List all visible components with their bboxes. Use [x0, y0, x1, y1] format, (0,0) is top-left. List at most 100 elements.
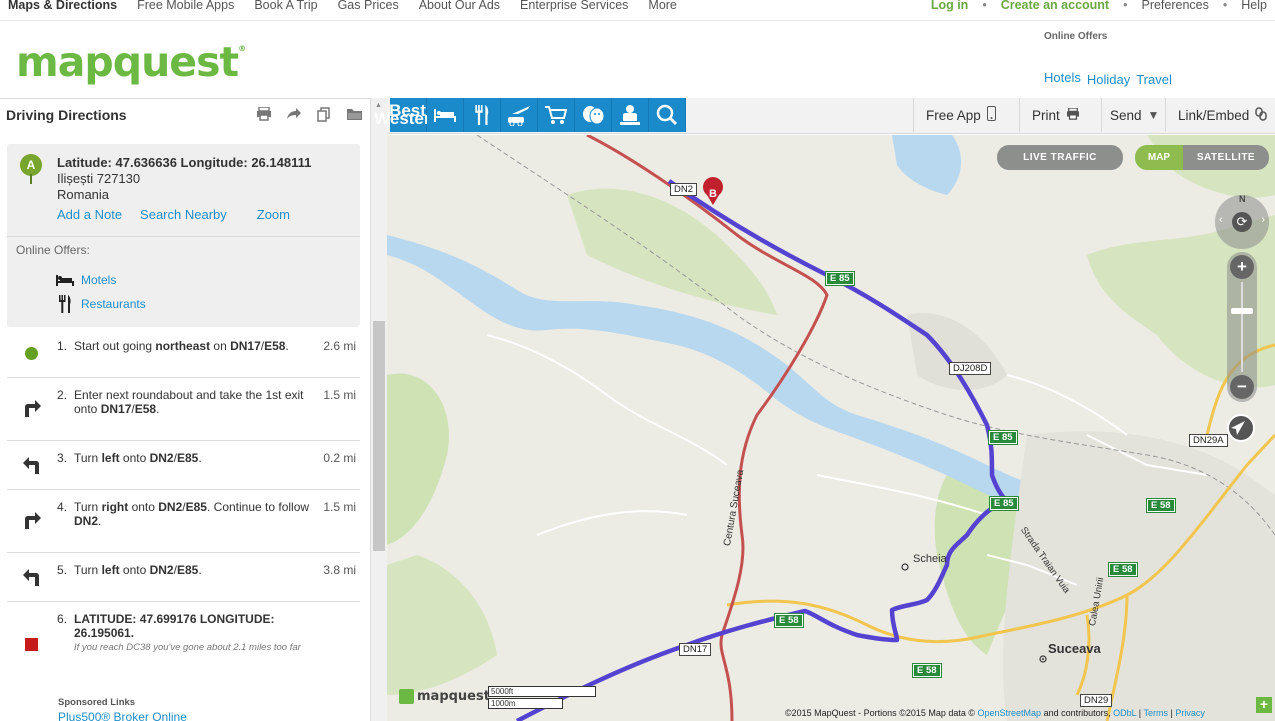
town-scheia: Scheia — [913, 553, 947, 565]
zoom-slider-handle[interactable] — [1231, 308, 1253, 314]
road-label-dj208d: DJ208D — [949, 362, 992, 375]
step-text: Enter next roundabout and take the 1st e… — [74, 388, 304, 416]
create-account-link[interactable]: Create an account — [1001, 0, 1109, 12]
phone-icon — [986, 106, 996, 124]
divider — [7, 236, 360, 237]
search-nearby-link[interactable]: Search Nearby — [140, 207, 227, 222]
help-link[interactable]: Help — [1241, 0, 1267, 12]
restaurant-icon[interactable] — [464, 98, 501, 132]
zoom-out-button[interactable]: − — [1230, 375, 1254, 399]
direction-step-3[interactable]: 3. Turn left onto DN2/E85. 0.2 mi — [7, 441, 360, 490]
link-icon — [1255, 106, 1268, 124]
free-app-label: Free App — [926, 107, 981, 123]
print-button[interactable]: Print — [1019, 98, 1101, 132]
step-number: 3. — [57, 451, 68, 465]
shield-e58: E 58 — [1108, 562, 1138, 577]
compass-control[interactable]: N ‹ ⟳ › — [1215, 194, 1269, 249]
restaurants-link[interactable]: Restaurants — [81, 297, 146, 311]
services-icon[interactable] — [612, 98, 649, 132]
privacy-link[interactable]: Privacy — [1175, 708, 1205, 718]
folder-icon[interactable] — [344, 105, 364, 123]
add-note-link[interactable]: Add a Note — [57, 207, 122, 222]
top-nav-links: Maps & Directions Free Mobile Apps Book … — [8, 0, 697, 12]
start-dot-icon — [25, 347, 38, 360]
login-link[interactable]: Log in — [931, 0, 969, 12]
copyright-and: and contributors, — [1041, 708, 1114, 718]
travel-icon[interactable] — [501, 98, 538, 132]
entertainment-icon[interactable] — [575, 98, 612, 132]
map-view-button[interactable]: MAP — [1135, 145, 1183, 170]
osm-link[interactable]: OpenStreetMap — [978, 708, 1042, 718]
motels-link[interactable]: Motels — [81, 273, 116, 287]
zoom-track[interactable] — [1241, 282, 1243, 372]
preferences-link[interactable]: Preferences — [1141, 0, 1208, 12]
online-offers-links: Hotels Holiday Travel — [1044, 70, 1178, 87]
nav-maps-directions[interactable]: Maps & Directions — [8, 0, 117, 12]
hotel-icon[interactable] — [427, 98, 464, 132]
nav-free-mobile-apps[interactable]: Free Mobile Apps — [137, 0, 234, 12]
step-number: 6. — [57, 612, 68, 626]
mapquest-logo[interactable]: mapquest® — [16, 38, 246, 86]
print-label: Print — [1032, 107, 1060, 123]
step-text: Turn right onto DN2/E85. Continue to fol… — [74, 500, 310, 528]
send-button[interactable]: Send ▼ — [1101, 98, 1165, 132]
zoom-link[interactable]: Zoom — [257, 207, 290, 222]
printer-icon — [1066, 106, 1080, 123]
free-app-button[interactable]: Free App — [913, 98, 1019, 132]
shield-e58: E 58 — [774, 613, 804, 628]
header: mapquest® Online Offers Hotels Holiday T… — [0, 20, 1275, 98]
mapquest-watermark-text: mapquest — [417, 689, 490, 704]
nav-separator: • — [982, 0, 987, 12]
road-label-dn29a: DN29A — [1189, 434, 1228, 447]
nav-book-a-trip[interactable]: Book A Trip — [254, 0, 317, 12]
pan-right-icon[interactable]: › — [1261, 214, 1265, 226]
direction-step-6[interactable]: 6. LATITUDE: 47.699176 LONGITUDE: 26.195… — [7, 602, 360, 690]
offer-holiday-link[interactable]: Holiday — [1087, 72, 1130, 87]
motels-offer[interactable]: Motels — [55, 272, 116, 288]
direction-step-4[interactable]: 4. Turn right onto DN2/E85. Continue to … — [7, 490, 360, 553]
satellite-view-button[interactable]: SATELLITE — [1183, 145, 1269, 170]
shopping-icon[interactable] — [538, 98, 575, 132]
sponsored-link[interactable]: Plus500® Broker Online — [58, 710, 187, 721]
step-text: Turn left onto DN2/E85. — [74, 563, 202, 577]
direction-step-2[interactable]: 2. Enter next roundabout and take the 1s… — [7, 378, 360, 441]
town-suceava: Suceava — [1048, 641, 1101, 656]
nav-gas-prices[interactable]: Gas Prices — [338, 0, 399, 12]
zoom-in-button[interactable]: + — [1230, 255, 1254, 279]
odbl-link[interactable]: ODbL — [1113, 708, 1136, 718]
search-icon[interactable] — [649, 98, 686, 132]
top-nav: Maps & Directions Free Mobile Apps Book … — [0, 0, 1275, 14]
zoom-control: + − — [1227, 252, 1257, 402]
nav-separator: • — [1222, 0, 1228, 12]
restaurants-offer[interactable]: Restaurants — [55, 295, 146, 313]
copy-icon[interactable] — [314, 105, 334, 123]
offer-travel-link[interactable]: Travel — [1136, 72, 1172, 87]
expand-map-button[interactable]: + — [1256, 697, 1272, 713]
nav-about-our-ads[interactable]: About Our Ads — [419, 0, 500, 12]
marker-a-stem — [30, 174, 32, 184]
panel-scrollbar[interactable]: ▲ — [370, 98, 387, 721]
online-offers-title: Online Offers — [1044, 31, 1108, 42]
road-label-dn17: DN17 — [679, 643, 712, 656]
online-offers-label: Online Offers: — [16, 243, 90, 257]
map-canvas[interactable]: B DN2 DJ208D DN29A DN17 DN29 E 85 E 85 E… — [387, 135, 1275, 721]
map-copyright: ©2015 MapQuest - Portions ©2015 Map data… — [785, 708, 1205, 718]
nav-more[interactable]: More — [648, 0, 676, 12]
direction-step-5[interactable]: 5. Turn left onto DN2/E85. 3.8 mi — [7, 553, 360, 602]
nav-enterprise-services[interactable]: Enterprise Services — [520, 0, 628, 12]
direction-step-1[interactable]: 1. Start out going northeast on DN17/E58… — [7, 329, 360, 378]
end-square-icon — [25, 638, 38, 651]
offer-hotels-link[interactable]: Hotels — [1044, 70, 1081, 87]
link-embed-button[interactable]: Link/Embed — [1165, 98, 1275, 132]
rotate-icon[interactable]: ⟳ — [1232, 212, 1252, 232]
printer-icon[interactable] — [254, 105, 274, 123]
sponsored-links-title: Sponsored Links — [58, 697, 136, 708]
locate-me-icon[interactable] — [1227, 414, 1255, 442]
scroll-thumb[interactable] — [373, 321, 385, 551]
best-western-icon[interactable]: Best Western — [374, 98, 441, 132]
send-label: Send — [1110, 107, 1142, 123]
pan-left-icon[interactable]: ‹ — [1219, 214, 1223, 226]
share-icon[interactable] — [284, 105, 304, 123]
terms-link[interactable]: Terms — [1143, 708, 1168, 718]
live-traffic-button[interactable]: LIVE TRAFFIC — [997, 145, 1123, 170]
